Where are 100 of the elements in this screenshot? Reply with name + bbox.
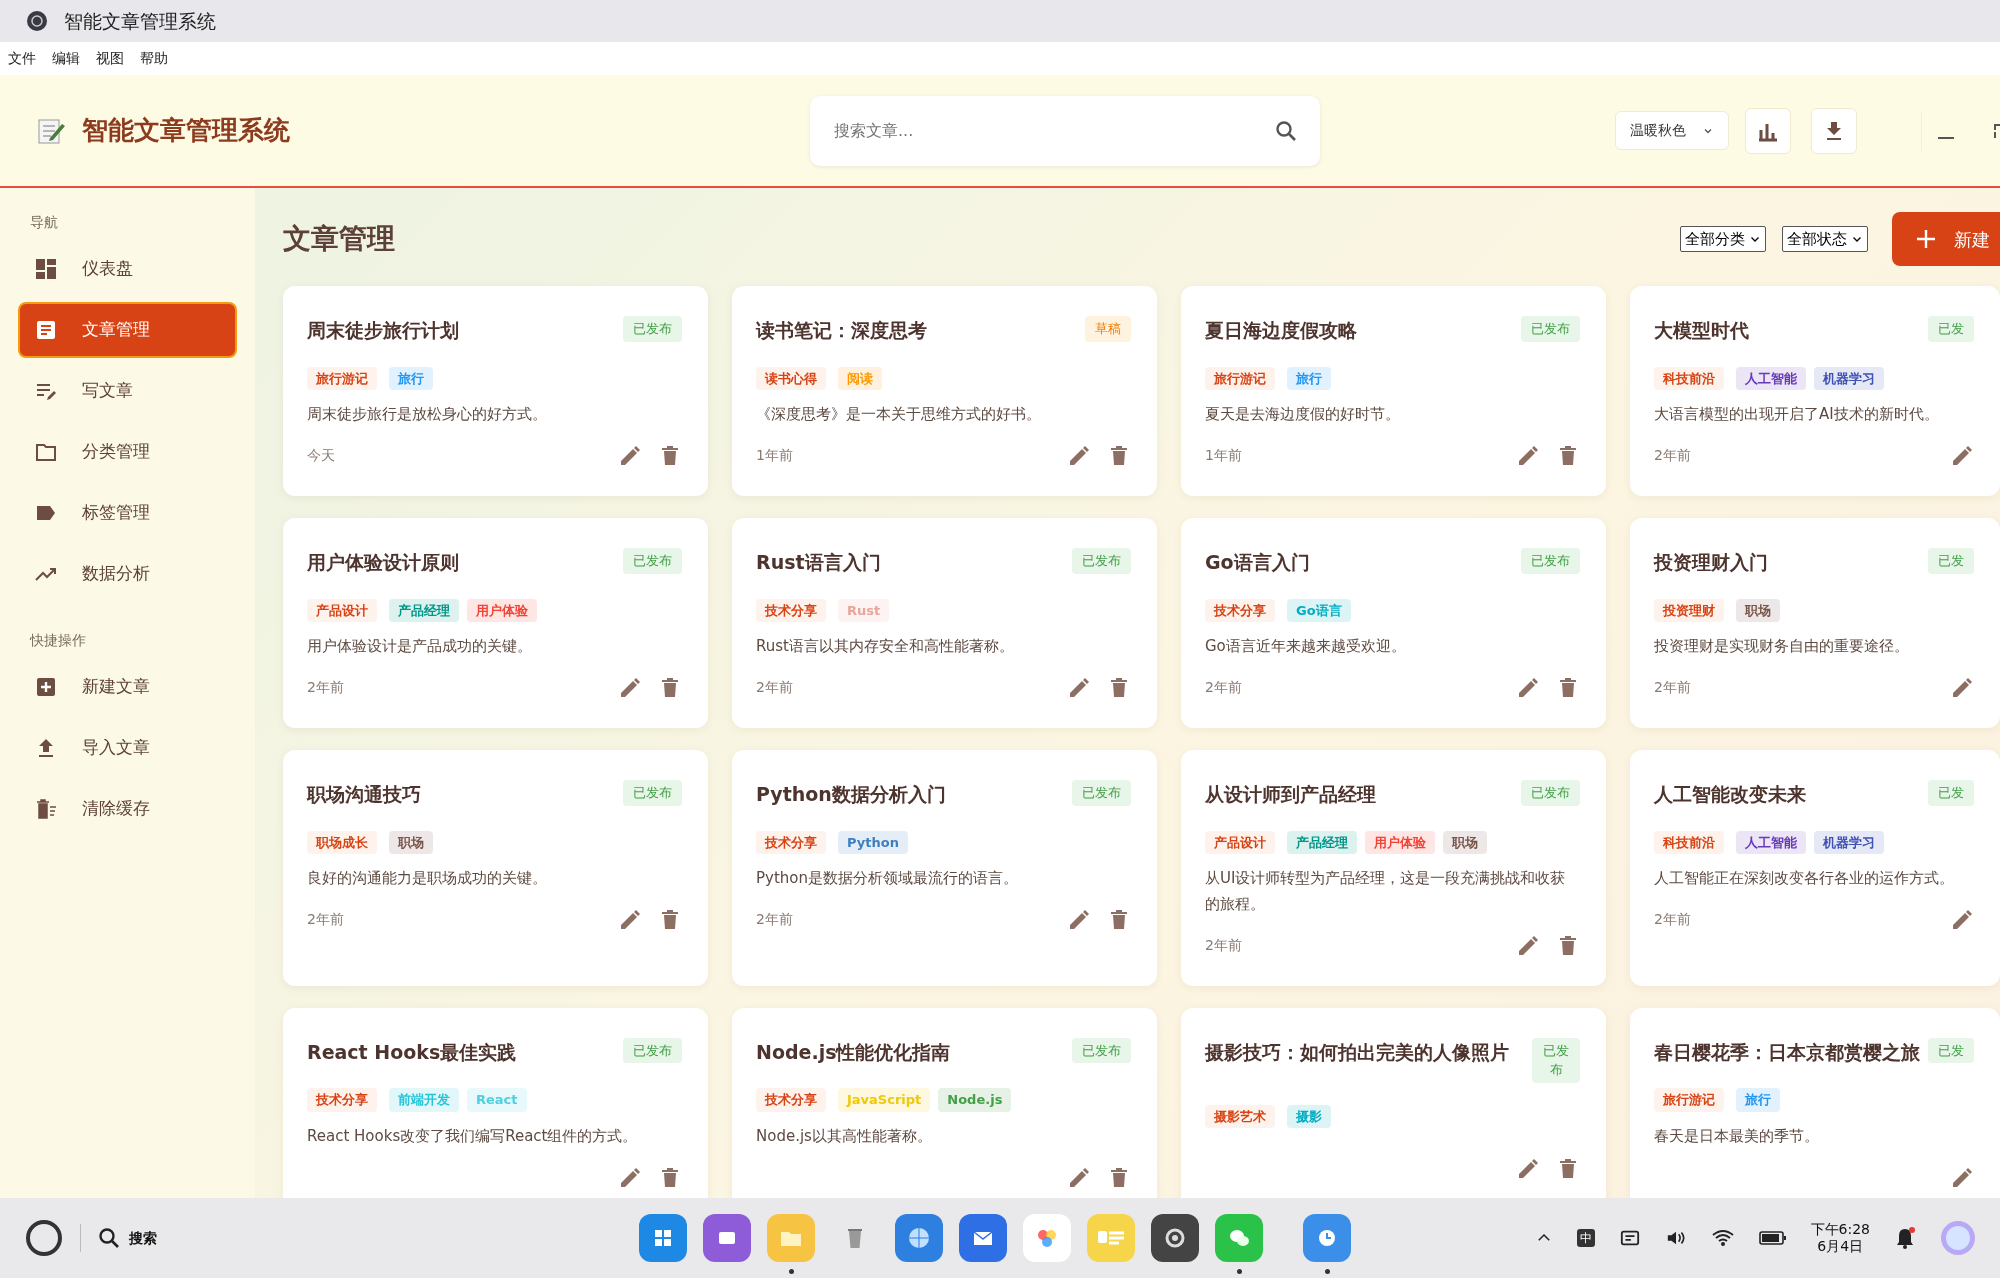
search-field[interactable]: 搜索文章... [810, 95, 1320, 166]
minimize-icon [1938, 137, 1954, 139]
edit-button[interactable] [1067, 443, 1091, 468]
article-card[interactable]: 读书笔记：深度思考 草稿 读书心得 阅读 《深度思考》是一本关于思维方式的好书。 1年前 [732, 286, 1157, 496]
pencil-icon [1950, 908, 1974, 932]
pencil-icon [1516, 676, 1540, 700]
input-method-indicator[interactable]: 中 [1576, 1229, 1595, 1247]
clock-time: 下午6:28 [1810, 1220, 1870, 1238]
status-label: 已发布 [1521, 548, 1580, 574]
article-card[interactable]: 投资理财入门 已发 投资理财 职场 投资理财是实现财务自由的重要途径。 2年前 [1630, 518, 2000, 728]
sidebar-item[interactable]: 文章管理 [18, 302, 237, 358]
article-card[interactable]: 周末徒步旅行计划 已发布 旅行游记 旅行 周末徒步旅行是放松身心的好方式。 今天 [283, 286, 708, 496]
statistics-button[interactable] [1745, 107, 1791, 154]
article-summary: 人工智能正在深刻改变各行各业的运作方式。 [1654, 868, 1955, 889]
tag-label: 阅读 [838, 366, 882, 390]
tag-label: 摄影 [1287, 1104, 1331, 1128]
article-title: 人工智能改变未来 [1654, 782, 1807, 807]
maximize-icon [1994, 123, 2000, 138]
category-tag: 技术分享 [1205, 598, 1275, 622]
article-title: 春日樱花季：日本京都赏樱之旅 [1654, 1039, 1920, 1065]
search-icon [1274, 118, 1298, 143]
article-card[interactable]: Python数据分析入门 已发布 技术分享 Python Python是数据分析领域最流行的语言。 2年前 [732, 750, 1157, 986]
bell-icon[interactable] [1894, 1226, 1916, 1250]
article-title: Rust语言入门 [756, 550, 882, 575]
article-card[interactable]: 大模型时代 已发 科技前沿 人工智能 机器学习 大语言模型的出现开启了AI技术的新时代。 2年前 [1630, 286, 2000, 496]
plus-icon [1914, 227, 1938, 251]
edit-button[interactable] [1067, 1165, 1091, 1190]
edit-button[interactable] [1067, 675, 1091, 700]
edit-button[interactable] [1516, 1156, 1540, 1181]
article-card[interactable]: Go语言入门 已发布 技术分享 Go语言 Go语言近年来越来越受欢迎。 2年前 [1181, 518, 1606, 728]
timestamp: 1年前 [756, 446, 793, 466]
article-card[interactable]: 人工智能改变未来 已发 科技前沿 人工智能 机器学习 人工智能正在深刻改变各行各业的运作方式。 2年前 [1630, 750, 2000, 986]
edit-button[interactable] [1950, 907, 1974, 932]
edit-button[interactable] [1516, 933, 1540, 958]
edit-button[interactable] [1067, 907, 1091, 932]
battery-icon[interactable] [1758, 1230, 1787, 1246]
article-card[interactable]: 夏日海边度假攻略 已发布 旅行游记 旅行 夏天是去海边度假的好时节。 1年前 [1181, 286, 1606, 496]
start-icon[interactable] [24, 1218, 64, 1258]
menu-item[interactable]: 视图 [96, 48, 124, 69]
tag-label: 旅行 [1736, 1088, 1780, 1112]
sidebar-item[interactable]: 分类管理 [18, 424, 237, 480]
sidebar-item[interactable]: 写文章 [18, 363, 237, 419]
article-title: React Hooks最佳实践 [307, 1039, 518, 1065]
status-label: 已发布 [1521, 316, 1580, 342]
edit-button[interactable] [1950, 443, 1974, 468]
sidebar-item[interactable]: 仪表盘 [18, 241, 237, 297]
article-summary: 《深度思考》是一本关于思维方式的好书。 [756, 404, 1042, 425]
article-summary: 良好的沟通能力是职场成功的关键。 [307, 868, 548, 889]
tag-label: 旅行 [389, 366, 433, 390]
download-button[interactable] [1811, 107, 1857, 154]
pencil-icon [1067, 444, 1091, 468]
tag-label: 职场 [1443, 830, 1487, 854]
edit-button[interactable] [618, 1165, 642, 1190]
sidebar-item[interactable]: 数据分析 [18, 546, 237, 602]
article-card[interactable]: 用户体验设计原则 已发布 产品设计 产品经理 用户体验 用户体验设计是产品成功的关键。 2年前 [283, 518, 708, 728]
menu-item[interactable]: 帮助 [140, 48, 168, 69]
sidebar-item[interactable]: 清除缓存 [18, 781, 237, 837]
article-card[interactable]: 春日樱花季：日本京都赏樱之旅 已发 旅行游记 旅行 春天是日本最美的季节。 [1630, 1007, 2000, 1198]
status-label: 已发布 [623, 548, 682, 574]
pencil-icon [1067, 676, 1091, 700]
article-card[interactable]: 摄影技巧：如何拍出完美的人像照片 已发布 摄影艺术 摄影 [1181, 1007, 1606, 1198]
new-article-button[interactable]: 新建 [1892, 212, 2000, 266]
category-tag: 产品设计 [1205, 830, 1275, 854]
article-card[interactable]: Rust语言入门 已发布 技术分享 Rust Rust语言以其内存安全和高性能著称。 2年前 [732, 518, 1157, 728]
filter-select[interactable]: 全部分类 [1680, 225, 1766, 253]
taskbar-search[interactable]: 搜索 [97, 1226, 157, 1250]
edit-button[interactable] [1950, 1165, 1974, 1190]
category-tag: 旅行游记 [307, 366, 377, 390]
timestamp: 2年前 [307, 678, 344, 698]
article-card[interactable]: Node.js性能优化指南 已发布 技术分享 JavaScript Node.js Node.js以其高性能著称。 [732, 1007, 1157, 1198]
edit-button[interactable] [618, 675, 642, 700]
article-summary: 春天是日本最美的季节。 [1654, 1125, 1820, 1147]
edit-button[interactable] [618, 907, 642, 932]
filter-select[interactable]: 全部状态 [1782, 225, 1868, 253]
timestamp: 2年前 [1654, 678, 1691, 698]
keyboard-icon[interactable] [1618, 1228, 1641, 1248]
sidebar-item[interactable]: 导入文章 [18, 720, 237, 776]
edit-button[interactable] [1516, 443, 1540, 468]
sidebar-item[interactable]: 标签管理 [18, 485, 237, 541]
wifi-icon[interactable] [1710, 1228, 1735, 1248]
article-card[interactable]: 从设计师到产品经理 已发布 产品设计 产品经理 用户体验 职场 从UI设计师转型为产品经理，这是一段充满挑战和收获的旅程。 2年前 [1181, 750, 1606, 986]
sidebar-item[interactable]: 新建文章 [18, 659, 237, 715]
article-summary: Rust语言以其内存安全和高性能著称。 [756, 636, 1015, 657]
theme-select[interactable]: 温暖秋色 [1615, 111, 1729, 150]
article-card[interactable]: React Hooks最佳实践 已发布 技术分享 前端开发 React React Hooks改变了我们编写React组件的方式。 [283, 1007, 708, 1198]
status-label: 已发 [1928, 1037, 1974, 1063]
edit-button[interactable] [618, 443, 642, 468]
tag-label: JavaScript [838, 1088, 931, 1112]
article-summary: 投资理财是实现财务自由的重要途径。 [1654, 636, 1910, 657]
search-input[interactable]: 搜索文章... [832, 117, 1274, 144]
article-card[interactable]: 职场沟通技巧 已发布 职场成长 职场 良好的沟通能力是职场成功的关键。 2年前 [283, 750, 708, 986]
maximize-button[interactable] [1994, 123, 2000, 138]
edit-button[interactable] [1950, 675, 1974, 700]
menu-item[interactable]: 文件 [8, 48, 36, 69]
edit-button[interactable] [1516, 675, 1540, 700]
category-tag: 技术分享 [756, 1088, 826, 1112]
tag-label: 职场 [1736, 598, 1780, 622]
timestamp: 2年前 [1654, 446, 1691, 466]
status-label: 已发布 [1521, 780, 1580, 806]
menu-item[interactable]: 编辑 [52, 48, 80, 69]
